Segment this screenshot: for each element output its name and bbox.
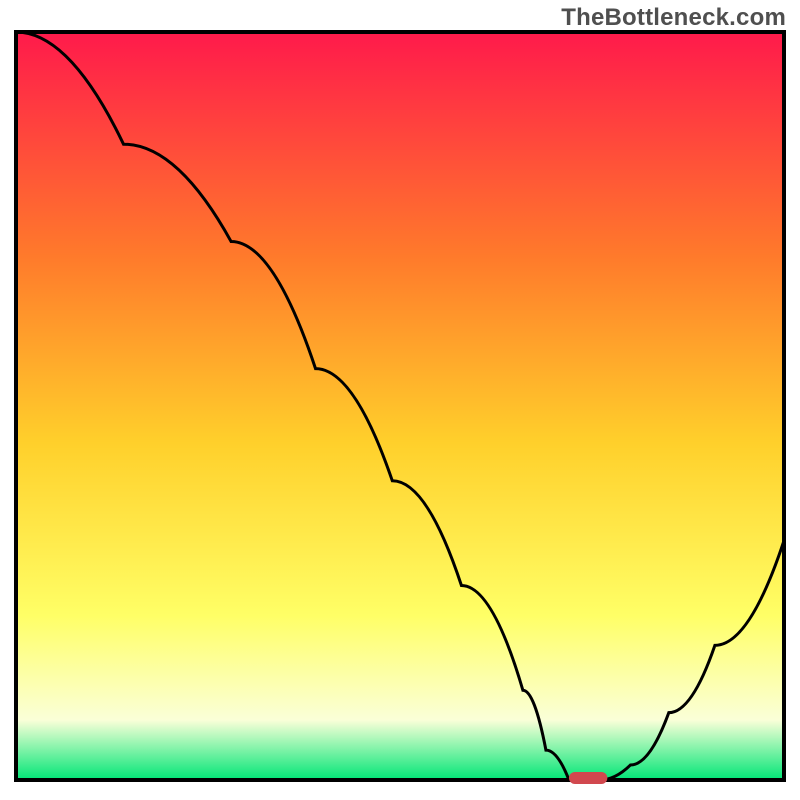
optimum-marker <box>569 772 607 784</box>
watermark-text: TheBottleneck.com <box>561 4 786 32</box>
chart-frame: TheBottleneck.com <box>0 0 800 800</box>
bottleneck-chart <box>0 0 800 800</box>
